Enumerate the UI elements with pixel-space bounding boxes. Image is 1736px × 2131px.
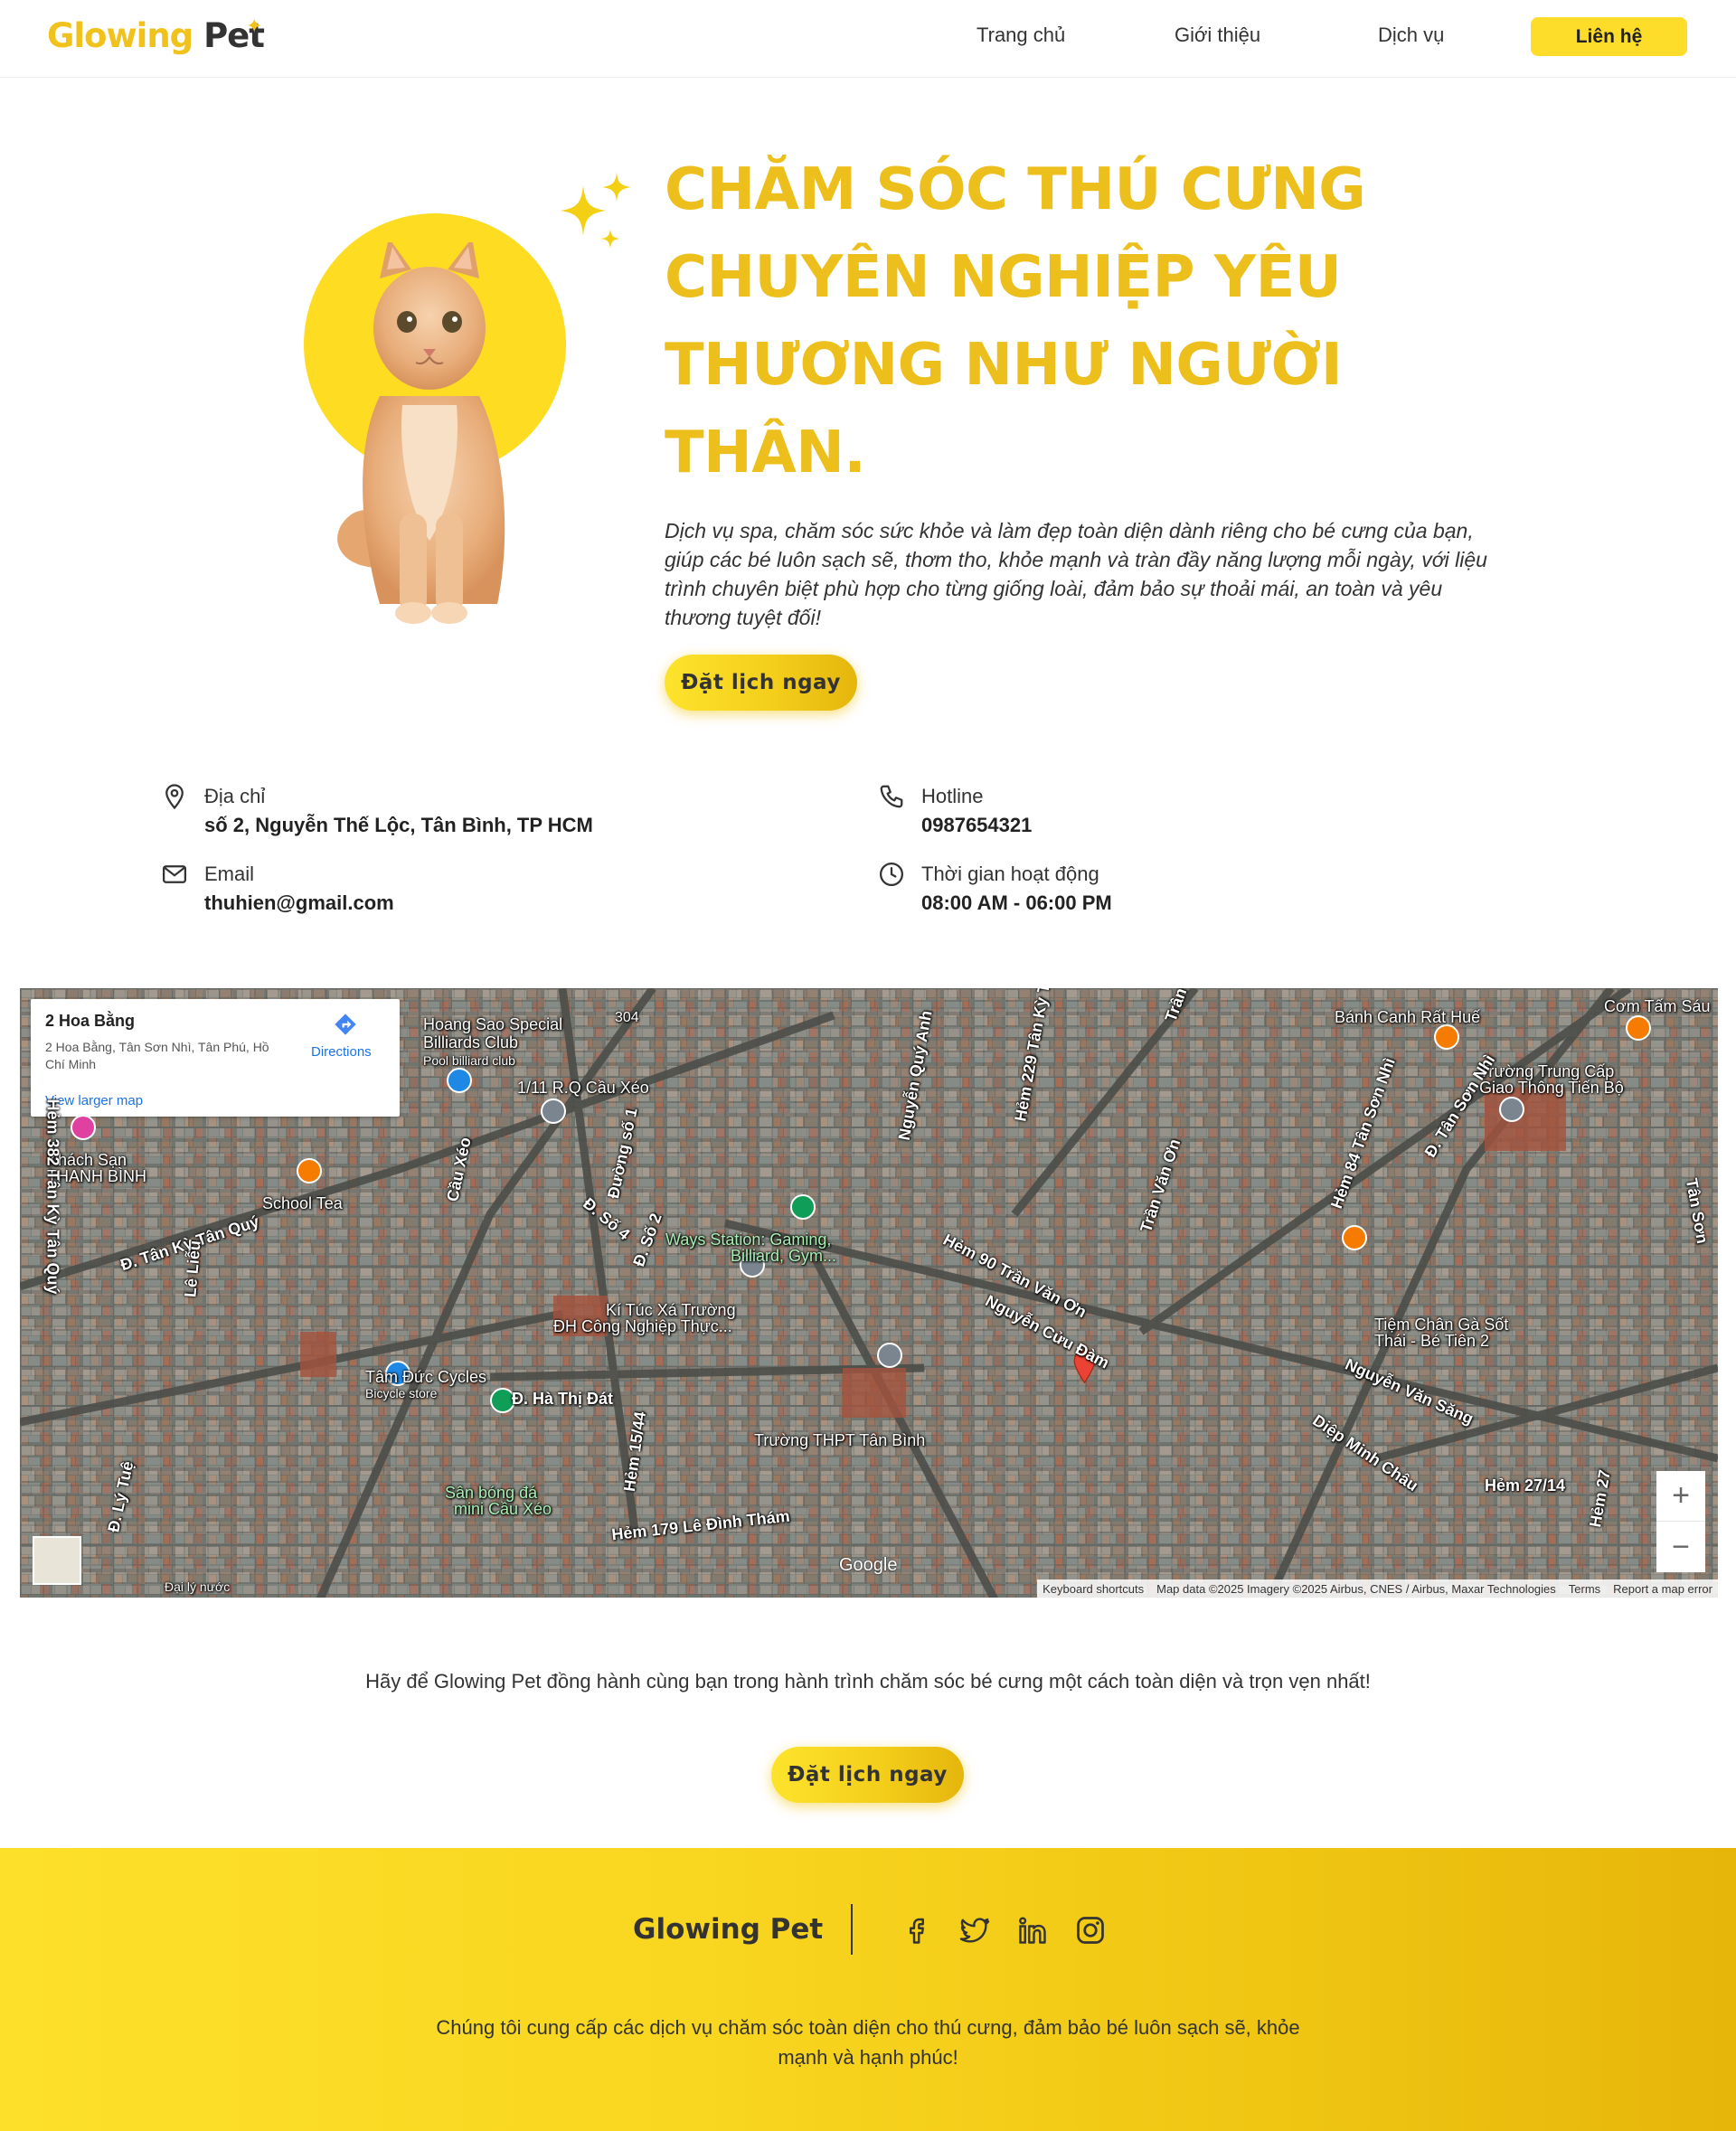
phone-icon	[880, 785, 903, 808]
map-label: ĐH Công Nghiệp Thực...	[553, 1317, 732, 1335]
linkedin-icon[interactable]	[1016, 1914, 1049, 1947]
map-label: Hoang Sao Special	[423, 1015, 563, 1033]
map-place-address: 2 Hoa Bằng, Tân Sơn Nhì, Tân Phú, Hồ Chí…	[45, 1040, 269, 1071]
map-place-card: 2 Hoa Bằng 2 Hoa Bằng, Tân Sơn Nhì, Tân …	[31, 999, 400, 1117]
map-label: Tâm Đức Cycles	[365, 1368, 487, 1386]
hours-value: 08:00 AM - 06:00 PM	[921, 891, 1112, 914]
cat-image	[337, 242, 505, 624]
map-poi-pin[interactable]	[541, 1099, 566, 1124]
nav-link-home[interactable]: Trang chủ	[976, 24, 1065, 47]
map-data-attribution: Map data ©2025 Imagery ©2025 Airbus, CNE…	[1156, 1581, 1556, 1596]
facebook-icon[interactable]	[901, 1914, 933, 1947]
logo[interactable]: Glowing Pet	[47, 16, 265, 55]
directions-link[interactable]: Directions	[311, 1044, 372, 1060]
map-poi-tea-pin[interactable]	[297, 1158, 322, 1183]
map-label: Trường THPT Tân Bình	[754, 1431, 926, 1449]
map-label: Đ. Hà Thị Đát	[512, 1390, 614, 1408]
map-zoom-in-button[interactable]: +	[1656, 1471, 1705, 1522]
map-label: Cơm Tấm Sáu	[1604, 997, 1711, 1015]
sparkle-icon	[561, 172, 631, 249]
nav-contact-button[interactable]: Liên hệ	[1531, 17, 1687, 56]
nav-link-services[interactable]: Dịch vụ	[1378, 24, 1444, 47]
map-poi-billiards-pin[interactable]	[447, 1068, 472, 1093]
hero-book-button[interactable]: Đặt lịch ngay	[665, 655, 857, 711]
closing-text: Hãy để Glowing Pet đồng hành cùng bạn tr…	[365, 1670, 1371, 1693]
map-label: Bánh Canh Rất Huế	[1335, 1008, 1481, 1026]
map-poi-food-pin[interactable]	[1626, 1015, 1651, 1041]
map-zoom-out-button[interactable]: −	[1656, 1522, 1705, 1572]
logo-sparkle-icon: ✦	[246, 14, 263, 37]
instagram-icon[interactable]	[1074, 1914, 1107, 1947]
map-label: Đại lý nước	[165, 1579, 231, 1594]
logo-main-text: Glowing	[47, 16, 193, 55]
nav-link-about[interactable]: Giới thiệu	[1175, 24, 1260, 47]
map-label: Giao Thông Tiến Bộ	[1479, 1079, 1624, 1097]
email-label: Email	[204, 863, 255, 885]
hero-description: Dịch vụ spa, chăm sóc sức khỏe và làm đẹ…	[665, 519, 1487, 629]
address-value: số 2, Nguyễn Thế Lộc, Tân Bình, TP HCM	[204, 814, 593, 836]
location-pin-icon	[165, 784, 184, 810]
map-poi-food-pin[interactable]	[1342, 1225, 1367, 1250]
map-poi-school-pin[interactable]	[1499, 1097, 1524, 1122]
footer-divider	[851, 1904, 853, 1955]
top-navbar: Glowing Pet ✦ Trang chủ Giới thiệu Dịch …	[0, 0, 1736, 78]
report-map-error-link[interactable]: Report a map error	[1613, 1582, 1712, 1596]
map-label: 1/11 R.Q Cầu Xéo	[517, 1079, 649, 1097]
address-label: Địa chỉ	[204, 785, 266, 807]
map-place-title: 2 Hoa Bằng	[45, 1012, 136, 1030]
map-label: Pool billiard club	[423, 1053, 515, 1068]
hotline-value[interactable]: 0987654321	[921, 814, 1032, 837]
map-poi-gaming-pin[interactable]	[790, 1194, 816, 1220]
map-label: Thái - Bé Tiên 2	[1374, 1332, 1490, 1350]
keyboard-shortcuts-link[interactable]: Keyboard shortcuts	[1043, 1582, 1144, 1596]
mail-icon	[163, 865, 186, 883]
map-label: Bicycle store	[365, 1386, 438, 1400]
map-label: School Tea	[262, 1194, 343, 1212]
directions-icon[interactable]	[333, 1012, 358, 1037]
map-attribution-bar: Keyboard shortcuts Map data ©2025 Imager…	[1037, 1579, 1718, 1598]
map-label: Hẻm 382 Tân Kỳ Tân Quý	[43, 1099, 62, 1295]
map-poi-hotel-pin[interactable]	[71, 1115, 96, 1140]
map-poi-school-pin[interactable]	[877, 1343, 902, 1368]
hotline-label: Hotline	[921, 785, 984, 807]
map-poi-food-pin[interactable]	[1434, 1024, 1459, 1050]
hero-title: CHĂM SÓC THÚ CƯNG CHUYÊN NGHIỆP YÊU THƯƠ…	[665, 156, 1366, 486]
map-terms-link[interactable]: Terms	[1569, 1582, 1600, 1596]
email-value[interactable]: thuhien@gmail.com	[204, 891, 394, 915]
footer-description: Chúng tôi cung cấp các dịch vụ chăm sóc …	[436, 2016, 1300, 2069]
closing-book-button[interactable]: Đặt lịch ngay	[771, 1747, 964, 1803]
map-label: Billiards Club	[423, 1033, 519, 1051]
map-label: Hẻm 27/14	[1485, 1476, 1566, 1495]
clock-icon	[880, 863, 903, 886]
map-label: mini Cầu Xéo	[454, 1500, 552, 1518]
google-map-embed[interactable]: 2 Hoa Bằng 2 Hoa Bằng, Tân Sơn Nhì, Tân …	[20, 988, 1718, 1598]
twitter-icon[interactable]	[958, 1914, 991, 1947]
map-label: 304	[615, 1010, 639, 1025]
hours-label: Thời gian hoạt động	[921, 863, 1099, 885]
footer: Glowing Pet Chúng tôi cung cấp các dịch …	[0, 1848, 1736, 2131]
footer-brand: Glowing Pet	[633, 1913, 824, 1946]
map-label: Billiard, Gym...	[731, 1247, 837, 1265]
google-logo: Google	[839, 1555, 898, 1575]
map-layer-toggle[interactable]	[33, 1536, 81, 1585]
